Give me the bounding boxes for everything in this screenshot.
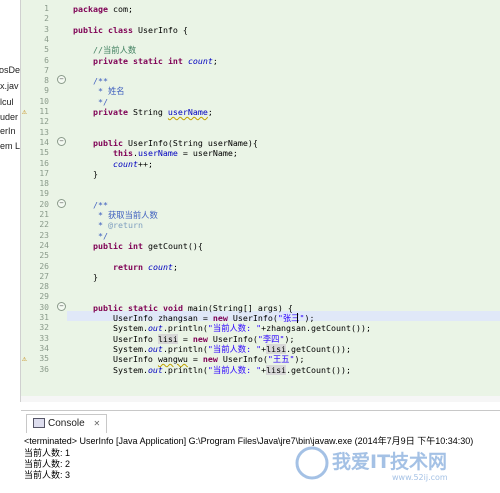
code-line-30: public static void main(String[] args) { [92, 302, 293, 313]
code-editor[interactable]: 1 2 3 4 5 6 7 8 9 10 11 12 13 14 15 16 1… [21, 0, 500, 402]
line-number: 10 [39, 96, 49, 106]
line-number: 33 [39, 333, 49, 343]
line-number: 14 [39, 137, 49, 147]
code-line-14: public UserInfo(String userName){ [92, 137, 258, 148]
warning-icon[interactable]: ⚠ [22, 107, 32, 116]
line-number: 28 [39, 282, 49, 292]
code-line-24: public int getCount(){ [92, 240, 203, 251]
line-number: 12 [39, 117, 49, 127]
code-line-17: } [92, 168, 98, 179]
line-number: 36 [39, 364, 49, 374]
code-line-11: private String userName; [92, 107, 213, 117]
line-number: 6 [44, 55, 49, 65]
fold-toggle-icon[interactable]: − [57, 199, 66, 208]
code-line-36: System.out.println("当前人数: "+lisi.getCoun… [112, 364, 351, 375]
package-explorer-item[interactable]: x.jav [0, 80, 20, 92]
code-line-16: count++; [112, 158, 153, 169]
warning-icon[interactable]: ⚠ [22, 354, 32, 363]
package-explorer-item[interactable]: lcul [0, 96, 20, 108]
fold-toggle-icon[interactable]: − [57, 137, 66, 146]
line-number: 8 [44, 76, 49, 86]
editor-horizontal-scrollbar[interactable] [21, 396, 500, 402]
line-number: 17 [39, 168, 49, 178]
code-line-5: //当前人数 [92, 45, 137, 56]
line-number: 34 [39, 343, 49, 353]
watermark-title: 我爱IT技术网 [332, 450, 447, 473]
code-line-15: this.userName = userName; [112, 148, 238, 159]
line-number: 9 [44, 86, 49, 96]
line-number: 22 [39, 220, 49, 230]
console-tab-label: Console [48, 418, 85, 429]
line-number: 26 [39, 261, 49, 271]
close-icon[interactable]: ✕ [93, 419, 100, 428]
code-line-22: * @return [92, 220, 143, 231]
line-number: 4 [44, 34, 49, 44]
fold-toggle-icon[interactable]: − [57, 75, 66, 84]
tab-console[interactable]: Console ✕ [26, 414, 108, 433]
code-line-8: /** [92, 76, 108, 87]
line-number: 23 [39, 230, 49, 240]
console-icon [33, 418, 45, 429]
line-number: 19 [39, 189, 49, 199]
code-line-10: */ [92, 96, 108, 107]
line-number: 15 [39, 148, 49, 158]
line-number: 27 [39, 271, 49, 281]
line-number: 2 [44, 14, 49, 24]
fold-toggle-icon[interactable]: − [57, 302, 66, 311]
package-explorer: osDe x.jav lcul uder erIn em L [0, 0, 21, 402]
line-number: 25 [39, 251, 49, 261]
line-number: 24 [39, 240, 49, 250]
console-view-header: Console ✕ [21, 410, 500, 433]
line-number: 1 [44, 4, 49, 13]
code-line-31: UserInfo zhangsan = new UserInfo("张三"); [112, 313, 315, 323]
line-number: 20 [39, 199, 49, 209]
line-number: 31 [39, 313, 49, 322]
code-line-34: System.out.println("当前人数: "+lisi.getCoun… [112, 343, 351, 354]
line-number: 13 [39, 127, 49, 137]
line-number: 5 [44, 45, 49, 55]
code-line-6: private static int count; [92, 55, 218, 66]
package-explorer-item[interactable]: em L [0, 140, 20, 152]
package-explorer-item[interactable]: osDe [0, 64, 20, 76]
line-number: 30 [39, 302, 49, 312]
code-line-21: * 获取当前人数 [92, 210, 158, 220]
code-line-32: System.out.println("当前人数: "+zhangsan.get… [112, 323, 371, 334]
line-number: 7 [44, 65, 49, 75]
console-output-line: 当前人数: 3 [24, 470, 71, 480]
line-number: 21 [39, 210, 49, 219]
text-caret [297, 313, 298, 323]
code-line-23: */ [92, 230, 108, 241]
code-line-1: package com; [73, 4, 133, 14]
code-line-33: UserInfo lisi = new UserInfo("李四"); [112, 333, 295, 344]
code-line-27: } [92, 271, 98, 282]
site-watermark: 我爱IT技术网 www.52ij.com [292, 443, 482, 487]
code-line-20: /** [92, 199, 108, 210]
line-number: 32 [39, 323, 49, 333]
line-number: 18 [39, 179, 49, 189]
code-line-3: public class UserInfo { [73, 24, 188, 35]
watermark-url: www.52ij.com [392, 473, 448, 482]
package-explorer-item[interactable]: uder [0, 111, 20, 123]
line-number: 29 [39, 292, 49, 302]
package-explorer-item[interactable]: erIn [0, 125, 20, 137]
line-number: 16 [39, 158, 49, 168]
line-number: 3 [44, 24, 49, 34]
code-line-35: UserInfo wangwu = new UserInfo("王五"); [112, 354, 305, 365]
watermark-logo-icon: 我爱IT技术网 www.52ij.com [295, 446, 448, 482]
code-line-26: return count; [112, 261, 178, 272]
code-line-9: * 姓名 [92, 86, 125, 97]
